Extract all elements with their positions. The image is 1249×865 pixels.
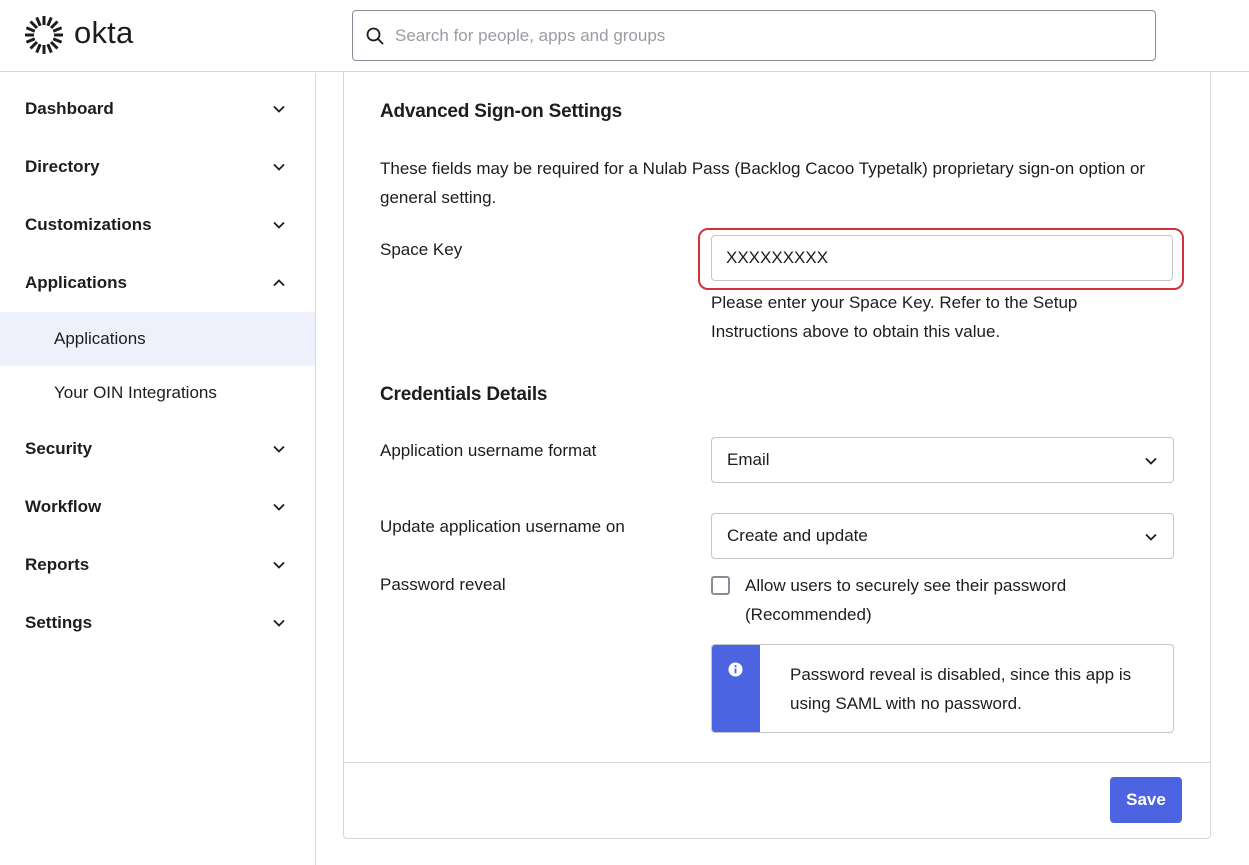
callout-accent-bar — [712, 645, 760, 732]
top-header: okta — [0, 0, 1249, 72]
space-key-label: Space Key — [380, 240, 463, 259]
okta-logo[interactable]: okta — [24, 15, 133, 55]
space-key-highlight — [698, 228, 1184, 290]
sidebar-item-applications[interactable]: Applications — [0, 263, 315, 303]
chevron-down-icon — [273, 503, 285, 511]
sidebar-item-label: Applications — [25, 273, 128, 292]
callout-message: Password reveal is disabled, since this … — [790, 665, 1132, 713]
search-input[interactable] — [395, 25, 1135, 46]
sidebar-item-dashboard[interactable]: Dashboard — [0, 89, 315, 129]
password-reveal-label: Password reveal — [380, 575, 506, 594]
chevron-down-icon — [273, 105, 285, 113]
sidebar-nav: Dashboard Directory Customizations Appli… — [0, 73, 316, 865]
sidebar-subitem-oin-integrations[interactable]: Your OIN Integrations — [0, 366, 315, 420]
sidebar-item-workflow[interactable]: Workflow — [0, 487, 315, 527]
username-format-label: Application username format — [380, 441, 597, 460]
credentials-details-title: Credentials Details — [380, 384, 548, 405]
info-icon — [728, 662, 743, 677]
sidebar-item-label: Dashboard — [25, 99, 114, 118]
advanced-sign-on-description: These fields may be required for a Nulab… — [380, 159, 1146, 207]
update-username-value: Create and update — [727, 526, 868, 545]
logo-text: okta — [74, 15, 134, 50]
sidebar-item-label: Customizations — [25, 215, 152, 234]
update-username-select[interactable]: Create and update — [711, 513, 1174, 559]
chevron-down-icon — [273, 619, 285, 627]
username-format-select[interactable]: Email — [711, 437, 1174, 483]
sidebar-subitem-label: Applications — [54, 329, 146, 348]
sidebar-subitem-label: Your OIN Integrations — [54, 383, 217, 402]
chevron-down-icon — [273, 561, 285, 569]
username-format-value: Email — [727, 450, 770, 469]
chevron-down-icon — [273, 163, 285, 171]
sidebar-item-label: Workflow — [25, 497, 102, 516]
space-key-input[interactable] — [711, 235, 1173, 281]
sidebar-item-label: Reports — [25, 555, 90, 574]
info-callout: Password reveal is disabled, since this … — [711, 644, 1174, 733]
chevron-down-icon — [273, 445, 285, 453]
space-key-help-text: Please enter your Space Key. Refer to th… — [711, 293, 1078, 341]
sidebar-item-label: Settings — [25, 613, 93, 632]
advanced-sign-on-title: Advanced Sign-on Settings — [380, 101, 623, 122]
update-username-label: Update application username on — [380, 517, 625, 536]
search-icon — [365, 26, 385, 46]
settings-panel: Advanced Sign-on Settings These fields m… — [343, 72, 1211, 839]
sidebar-item-security[interactable]: Security — [0, 429, 315, 469]
sidebar-subitem-applications[interactable]: Applications — [0, 312, 315, 366]
sidebar-item-customizations[interactable]: Customizations — [0, 205, 315, 245]
sidebar-item-directory[interactable]: Directory — [0, 147, 315, 187]
chevron-down-icon — [1145, 533, 1157, 541]
sidebar-item-settings[interactable]: Settings — [0, 603, 315, 643]
password-reveal-checkbox-label[interactable]: Allow users to securely see their passwo… — [745, 571, 1145, 629]
sidebar-item-label: Directory — [25, 157, 100, 176]
sidebar-item-label: Security — [25, 439, 93, 458]
chevron-down-icon — [273, 221, 285, 229]
password-reveal-checkbox[interactable] — [711, 576, 730, 595]
sidebar-item-reports[interactable]: Reports — [0, 545, 315, 585]
footer-divider — [344, 762, 1210, 763]
chevron-up-icon — [273, 279, 285, 287]
global-search[interactable] — [352, 10, 1156, 61]
okta-sunburst-icon — [25, 16, 63, 54]
chevron-down-icon — [1145, 457, 1157, 465]
save-button[interactable]: Save — [1110, 777, 1182, 823]
